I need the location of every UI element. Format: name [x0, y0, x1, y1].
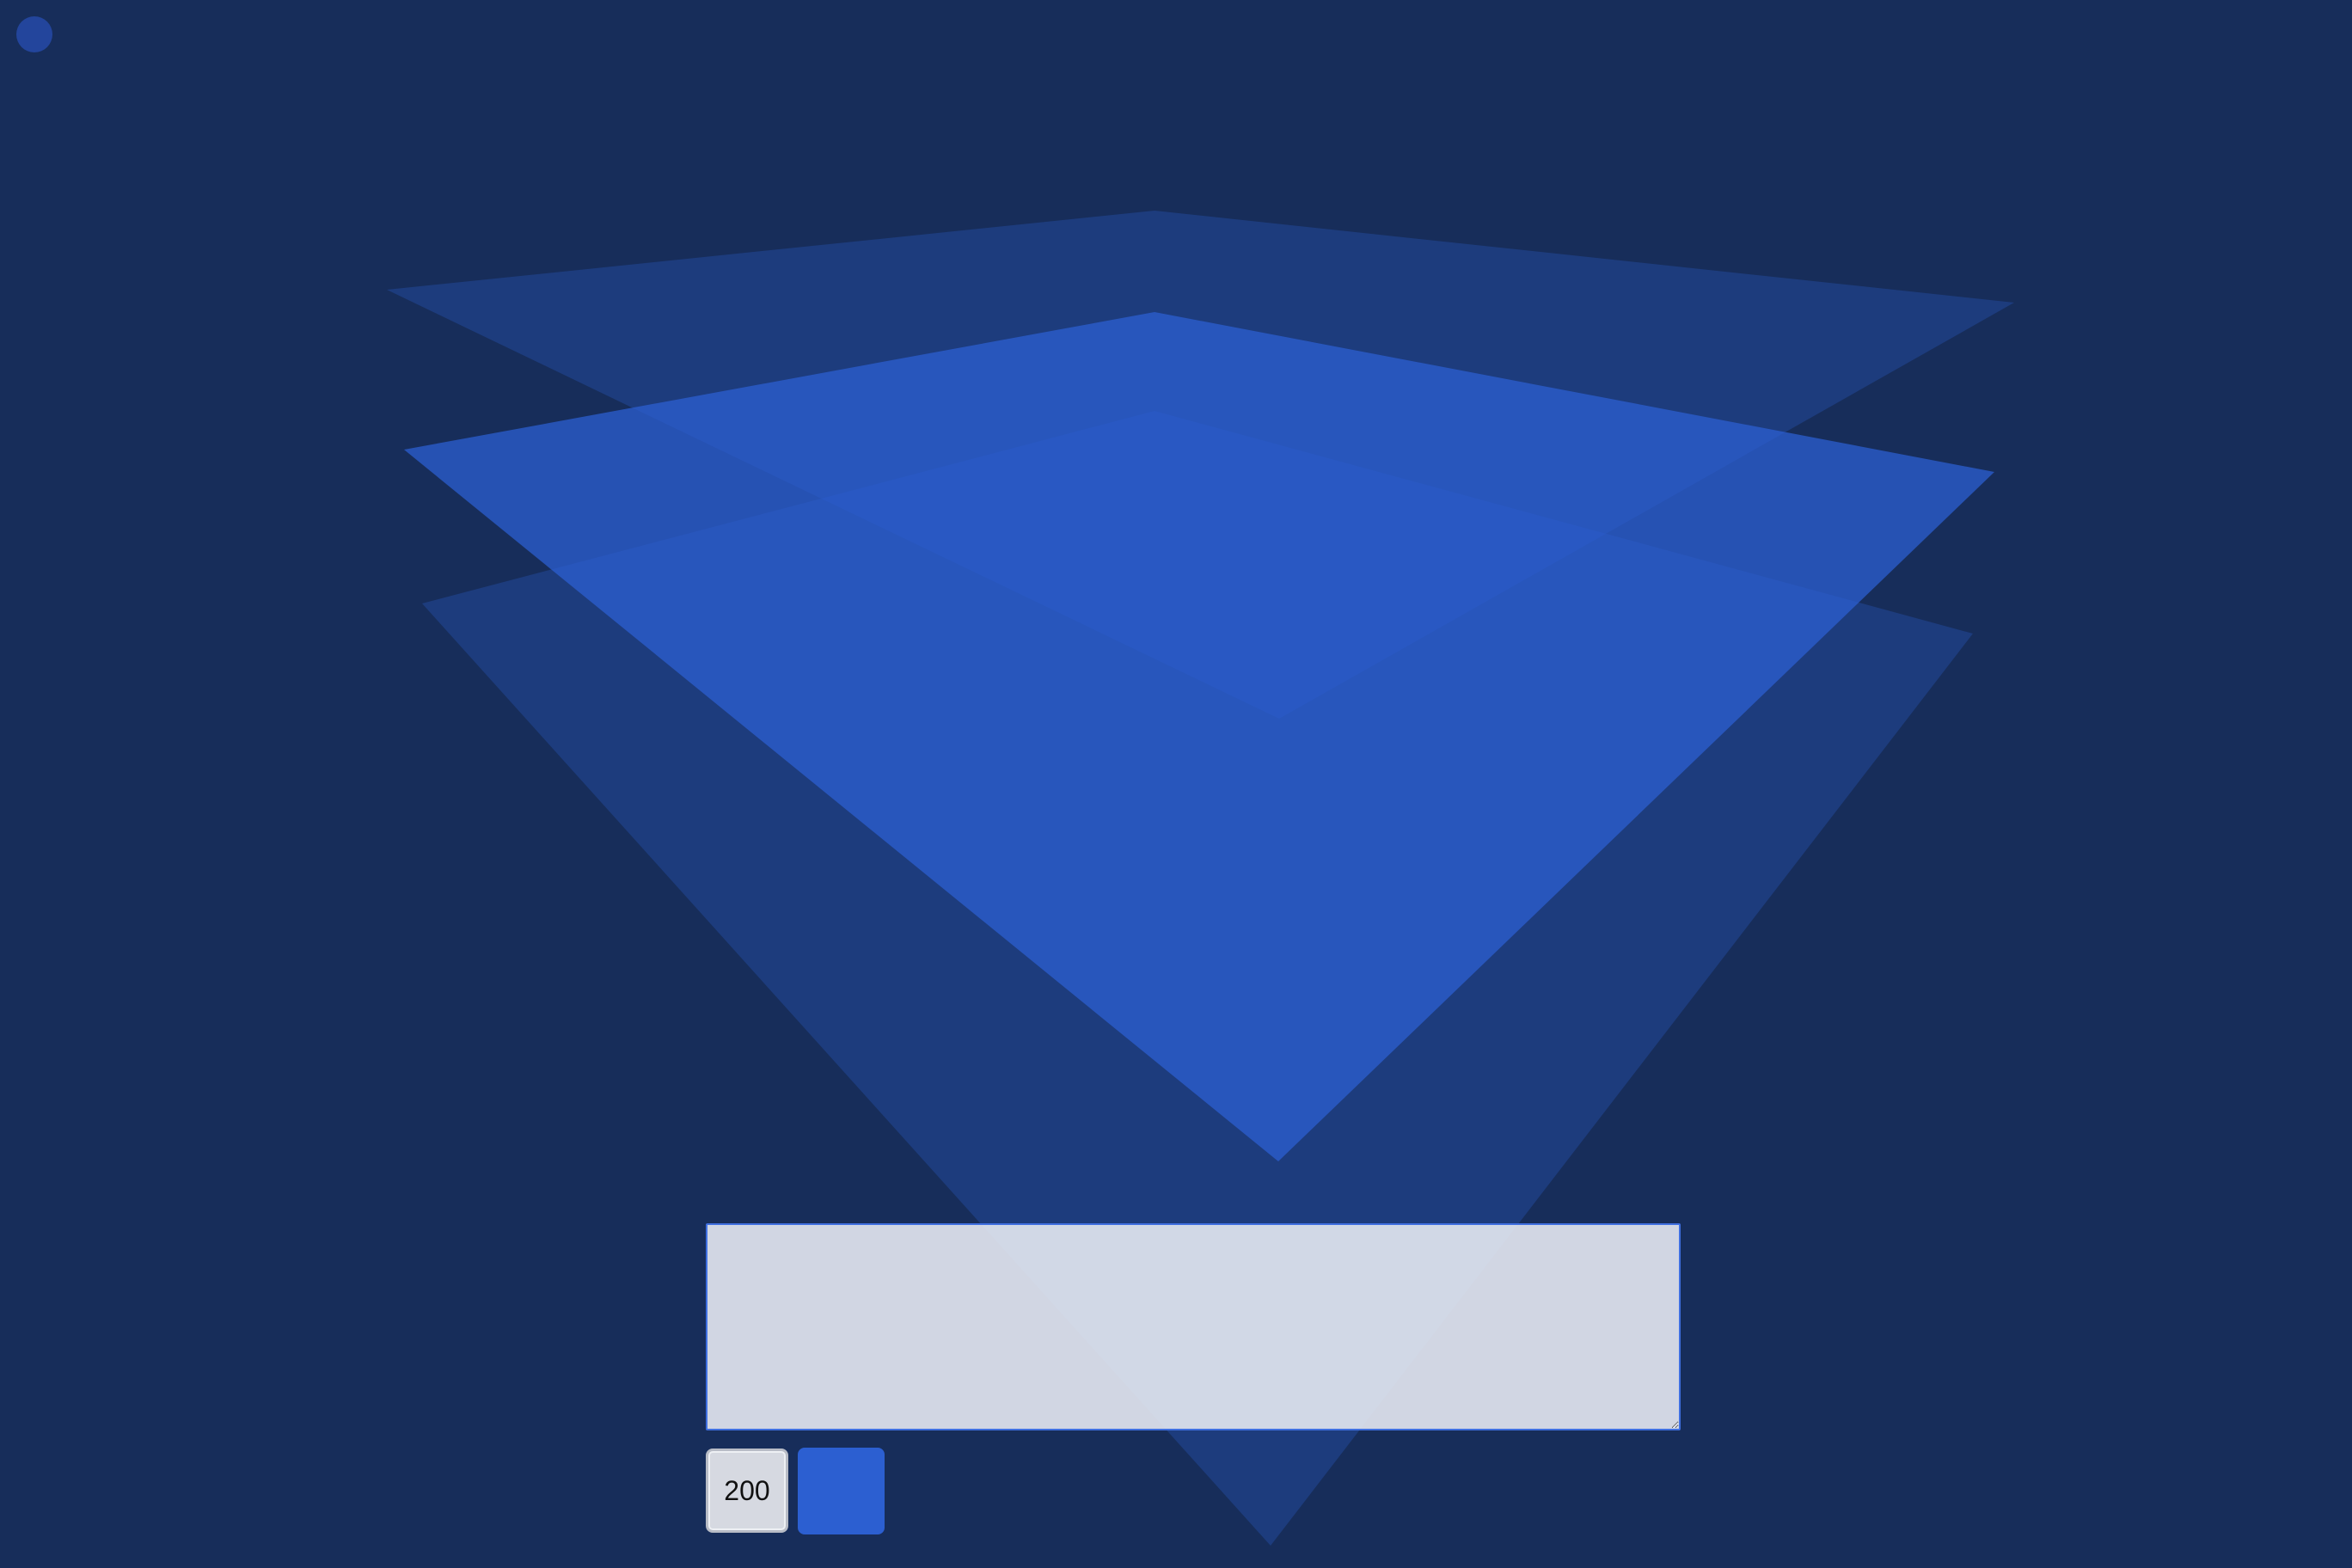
- size-value-field[interactable]: 200: [706, 1449, 788, 1533]
- circle-icon[interactable]: [16, 16, 52, 52]
- text-input-area[interactable]: [706, 1223, 1681, 1430]
- canvas-stage: 200: [0, 0, 2352, 1568]
- controls-row: 200: [706, 1447, 885, 1534]
- color-swatch-button[interactable]: [798, 1447, 885, 1534]
